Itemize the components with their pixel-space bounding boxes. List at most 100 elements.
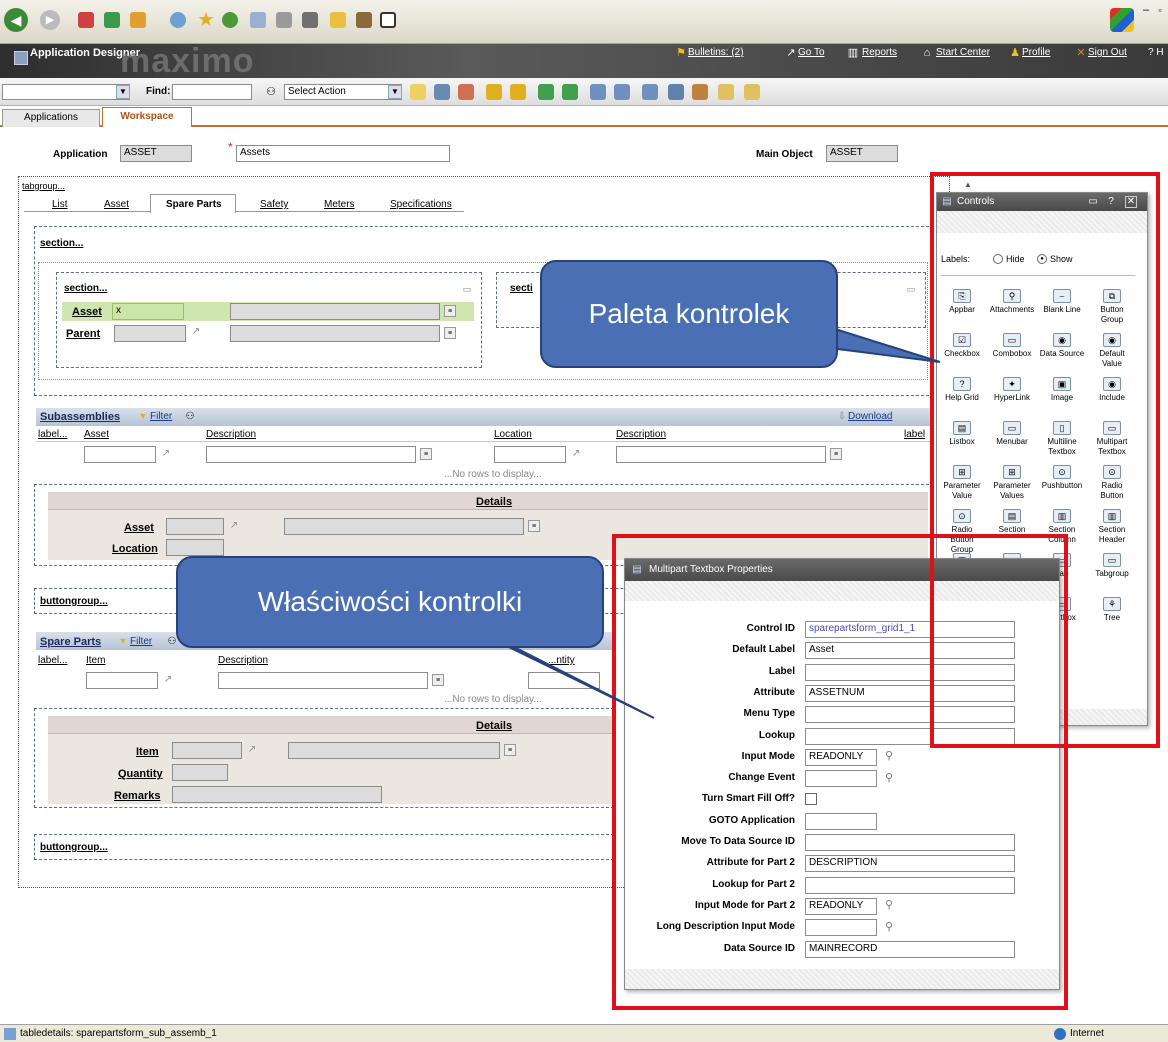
subassembly-location-input[interactable] xyxy=(494,446,566,463)
details-quantity-field[interactable] xyxy=(172,764,228,781)
filter-icon[interactable]: ▼ xyxy=(138,411,148,421)
grid-header[interactable]: Description xyxy=(616,429,666,440)
history-icon[interactable] xyxy=(222,12,238,28)
bulletins-link[interactable]: Bulletins: (2) xyxy=(688,47,744,58)
detail-menu-icon[interactable]: ↗ xyxy=(246,744,258,756)
section-right-label[interactable]: secti xyxy=(510,283,533,294)
main-object-field[interactable]: ASSET xyxy=(826,145,898,162)
download-icon[interactable]: ⇩ xyxy=(836,411,848,423)
spare-part-description-input[interactable] xyxy=(218,672,428,689)
forward-icon[interactable]: ▶ xyxy=(40,10,60,30)
cut-icon[interactable] xyxy=(692,84,708,100)
mail-icon[interactable] xyxy=(250,12,266,28)
layout-icon[interactable] xyxy=(590,84,606,100)
binoculars-icon[interactable]: ⚇ xyxy=(184,411,196,423)
long-description-icon[interactable]: ≡ xyxy=(420,448,432,460)
tab-meters[interactable]: Meters xyxy=(324,199,355,210)
detail-menu-icon[interactable]: ↗ xyxy=(162,674,174,686)
long-description-icon[interactable]: ≡ xyxy=(444,305,456,317)
goto-link[interactable]: Go To xyxy=(798,47,825,58)
spare-part-item-input[interactable] xyxy=(86,672,158,689)
subassemblies-download-link[interactable]: Download xyxy=(848,411,892,422)
new-record-icon[interactable] xyxy=(410,84,426,100)
next-icon[interactable] xyxy=(510,84,526,100)
chevron-down-icon[interactable]: ▼ xyxy=(388,85,402,99)
detail-menu-icon[interactable]: ↗ xyxy=(570,448,582,460)
tab-specifications[interactable]: Specifications xyxy=(390,199,452,210)
restore-icon[interactable]: ▫ xyxy=(1154,4,1166,16)
collapse-icon[interactable]: ▭ xyxy=(906,284,916,294)
long-description-icon[interactable]: ≡ xyxy=(830,448,842,460)
details-asset-desc-field[interactable] xyxy=(284,518,524,535)
details-item-desc-field[interactable] xyxy=(288,742,500,759)
profile-link[interactable]: Profile xyxy=(1022,47,1050,58)
chevron-down-icon[interactable]: ▼ xyxy=(116,85,130,99)
subassembly-location-desc-input[interactable] xyxy=(616,446,826,463)
favorites-icon[interactable]: ★ xyxy=(196,10,216,30)
collapse-icon[interactable]: ▭ xyxy=(462,284,472,294)
search-icon[interactable] xyxy=(170,12,186,28)
print-icon[interactable] xyxy=(276,12,292,28)
previous-icon[interactable] xyxy=(486,84,502,100)
save-icon[interactable] xyxy=(434,84,450,100)
edit-icon[interactable] xyxy=(302,12,318,28)
back-icon[interactable]: ◀ xyxy=(4,8,28,32)
research-icon[interactable] xyxy=(356,12,372,28)
find-input[interactable] xyxy=(172,84,252,100)
import-icon[interactable] xyxy=(538,84,554,100)
stop-icon[interactable] xyxy=(78,12,94,28)
select-action-dropdown[interactable]: Select Action xyxy=(284,84,402,100)
tab-asset[interactable]: Asset xyxy=(104,199,129,210)
grid-header[interactable]: Location xyxy=(494,429,532,440)
long-description-icon[interactable]: ≡ xyxy=(504,744,516,756)
asset-description-field[interactable] xyxy=(230,303,440,320)
export-icon[interactable] xyxy=(562,84,578,100)
grid-header[interactable]: label... xyxy=(38,655,67,666)
details-remarks-field[interactable] xyxy=(172,786,382,803)
filter-icon[interactable]: ▼ xyxy=(118,636,128,646)
long-description-icon[interactable]: ≡ xyxy=(528,520,540,532)
query-select[interactable] xyxy=(2,84,130,100)
preview-icon[interactable] xyxy=(614,84,630,100)
detail-menu-icon[interactable]: ↗ xyxy=(190,326,202,338)
details-location-field[interactable] xyxy=(166,539,224,556)
section-inner-label[interactable]: section... xyxy=(64,283,107,294)
spare-parts-filter-link[interactable]: Filter xyxy=(130,636,152,647)
paste-icon[interactable] xyxy=(744,84,760,100)
spare-parts-title[interactable]: Spare Parts xyxy=(40,636,101,648)
details-asset-field[interactable] xyxy=(166,518,224,535)
home-icon[interactable] xyxy=(130,12,146,28)
grid-header[interactable]: Item xyxy=(86,655,105,666)
clear-icon[interactable] xyxy=(458,84,474,100)
start-center-link[interactable]: Start Center xyxy=(936,47,990,58)
tab-list[interactable]: List xyxy=(52,199,68,210)
window-icon[interactable] xyxy=(380,12,396,28)
reports-link[interactable]: Reports xyxy=(862,47,897,58)
parent-description-field[interactable] xyxy=(230,325,440,342)
grid-header[interactable]: label xyxy=(904,429,925,440)
minimize-icon[interactable]: – xyxy=(1140,4,1152,16)
spare-part-quantity-input[interactable] xyxy=(528,672,600,689)
application-field[interactable]: ASSET xyxy=(120,145,192,162)
subassemblies-title[interactable]: Subassemblies xyxy=(40,411,120,423)
tab-safety[interactable]: Safety xyxy=(260,199,288,210)
detail-menu-icon[interactable]: ↗ xyxy=(160,448,172,460)
tab-applications[interactable]: Applications xyxy=(2,109,100,127)
grid-header[interactable]: Description xyxy=(206,429,256,440)
section-outer-label[interactable]: section... xyxy=(40,238,83,249)
grid-header[interactable]: ...ntity xyxy=(548,655,575,666)
subassemblies-filter-link[interactable]: Filter xyxy=(150,411,172,422)
long-description-icon[interactable]: ≡ xyxy=(432,674,444,686)
delete-control-icon[interactable] xyxy=(668,84,684,100)
folder-icon[interactable] xyxy=(330,12,346,28)
detail-menu-icon[interactable]: ↗ xyxy=(228,520,240,532)
details-item-field[interactable] xyxy=(172,742,242,759)
tabgroup-label[interactable]: tabgroup... xyxy=(22,181,65,191)
grid-header[interactable]: label... xyxy=(38,429,67,440)
subassembly-asset-input[interactable] xyxy=(84,446,156,463)
application-description-field[interactable]: Assets xyxy=(236,145,450,162)
long-description-icon[interactable]: ≡ xyxy=(444,327,456,339)
parent-field[interactable] xyxy=(114,325,186,342)
asset-field[interactable]: x xyxy=(112,303,184,320)
grid-header[interactable]: Asset xyxy=(84,429,109,440)
